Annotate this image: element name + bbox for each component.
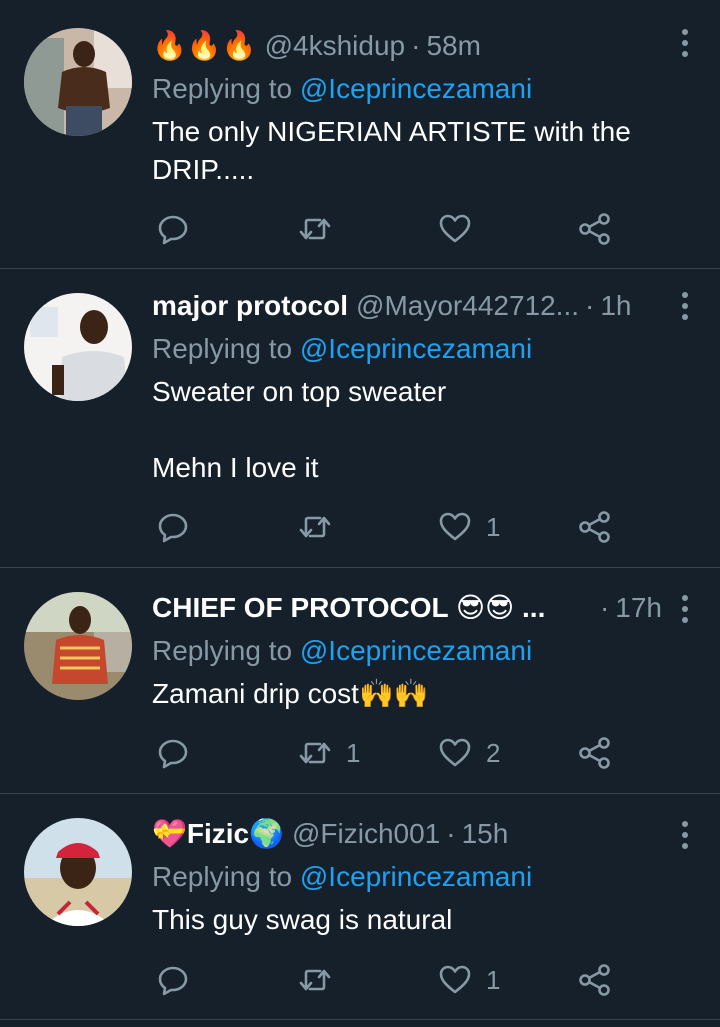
tweet-text: Zamani drip cost🙌🙌 bbox=[152, 678, 429, 709]
share-icon bbox=[579, 213, 610, 245]
retweet-button[interactable] bbox=[298, 960, 346, 1000]
display-name[interactable]: 🔥🔥🔥 bbox=[152, 28, 257, 64]
tweet-actions bbox=[152, 209, 622, 249]
share-icon bbox=[579, 737, 610, 769]
reply-icon bbox=[158, 215, 188, 245]
separator-dot: · bbox=[585, 290, 595, 321]
display-name[interactable]: 💝Fizic🌍 bbox=[152, 816, 284, 852]
tweet[interactable]: 🔥🔥🔥 @4kshidup · 58m Replying to @Iceprin… bbox=[0, 0, 720, 269]
retweet-icon bbox=[299, 969, 331, 991]
reply-icon bbox=[158, 966, 188, 996]
heart-icon bbox=[439, 512, 471, 541]
timestamp[interactable]: 15h bbox=[462, 816, 509, 852]
more-vertical-icon[interactable] bbox=[680, 820, 690, 850]
timestamp[interactable]: 17h bbox=[615, 590, 662, 626]
tweet-header: 💝Fizic🌍 @Fizich001 · 15h bbox=[152, 816, 662, 852]
retweet-button[interactable]: 1 bbox=[298, 733, 360, 773]
heart-icon bbox=[439, 738, 471, 767]
display-name[interactable]: major protocol bbox=[152, 288, 348, 324]
like-count: 1 bbox=[486, 511, 501, 542]
share-button[interactable] bbox=[578, 733, 612, 773]
replying-to: Replying to @Iceprincezamani bbox=[152, 633, 662, 669]
retweet-icon bbox=[299, 742, 331, 764]
heart-icon bbox=[439, 965, 471, 994]
more-vertical-icon[interactable] bbox=[680, 594, 690, 624]
avatar[interactable] bbox=[24, 28, 132, 136]
tweet[interactable]: CHIEF OF PROTOCOL 😎😎 ... · 17h Replying … bbox=[0, 568, 720, 794]
replying-to: Replying to @Iceprincezamani bbox=[152, 859, 662, 895]
timestamp[interactable]: 1h bbox=[600, 288, 631, 324]
display-name[interactable]: CHIEF OF PROTOCOL 😎😎 ... bbox=[152, 590, 545, 626]
reply-icon bbox=[158, 513, 188, 543]
separator-dot: · bbox=[599, 592, 610, 623]
more-vertical-icon[interactable] bbox=[680, 291, 690, 321]
tweet-header: 🔥🔥🔥 @4kshidup · 58m bbox=[152, 28, 662, 64]
share-button[interactable] bbox=[578, 507, 612, 547]
tweet-header: major protocol @Mayor442712... · 1h bbox=[152, 288, 662, 324]
reply-button[interactable] bbox=[156, 960, 190, 1000]
reply-icon bbox=[158, 739, 188, 769]
separator-dot: · bbox=[411, 30, 421, 61]
share-button[interactable] bbox=[578, 209, 612, 249]
separator-dot: · bbox=[446, 818, 456, 849]
retweet-count: 1 bbox=[346, 737, 361, 768]
user-handle[interactable]: @4kshidup bbox=[265, 28, 406, 64]
reply-button[interactable] bbox=[156, 507, 190, 547]
avatar[interactable] bbox=[24, 592, 132, 700]
tweet-actions: 1 2 bbox=[152, 733, 622, 773]
retweet-icon bbox=[299, 516, 331, 538]
replying-to-mention[interactable]: @Iceprincezamani bbox=[300, 861, 532, 892]
avatar[interactable] bbox=[24, 293, 132, 401]
tweet-text: The only NIGERIAN ARTISTE with the DRIP.… bbox=[152, 116, 639, 185]
user-handle[interactable]: @Mayor442712... bbox=[356, 288, 579, 324]
like-button[interactable] bbox=[438, 209, 486, 249]
like-count: 1 bbox=[486, 964, 501, 995]
retweet-button[interactable] bbox=[298, 507, 346, 547]
tweet-text: Sweater on top sweater Mehn I love it bbox=[152, 376, 447, 483]
replying-to: Replying to @Iceprincezamani bbox=[152, 71, 662, 107]
reply-feed: 🔥🔥🔥 @4kshidup · 58m Replying to @Iceprin… bbox=[0, 0, 720, 1027]
tweet-text: This guy swag is natural bbox=[152, 904, 453, 935]
user-handle[interactable]: @Fizich001 bbox=[292, 816, 440, 852]
tweet-actions: 1 bbox=[152, 960, 622, 1000]
tweet[interactable]: major protocol @Mayor442712... · 1h Repl… bbox=[0, 269, 720, 568]
replying-to-mention[interactable]: @Iceprincezamani bbox=[300, 333, 532, 364]
share-icon bbox=[579, 511, 610, 543]
tweet[interactable]: 💝Fizic🌍 @Fizich001 · 15h Replying to @Ic… bbox=[0, 794, 720, 1020]
reply-button[interactable] bbox=[156, 209, 190, 249]
avatar[interactable] bbox=[24, 818, 132, 926]
like-button[interactable]: 1 bbox=[438, 507, 500, 547]
replying-to-label: Replying to bbox=[152, 73, 300, 104]
replying-to-label: Replying to bbox=[152, 635, 300, 666]
like-button[interactable]: 2 bbox=[438, 733, 500, 773]
more-vertical-icon[interactable] bbox=[680, 28, 690, 58]
share-icon bbox=[579, 964, 610, 996]
timestamp[interactable]: 58m bbox=[426, 28, 480, 64]
reply-button[interactable] bbox=[156, 733, 190, 773]
like-count: 2 bbox=[486, 737, 501, 768]
retweet-button[interactable] bbox=[298, 209, 346, 249]
replying-to-label: Replying to bbox=[152, 333, 300, 364]
heart-icon bbox=[439, 214, 471, 243]
replying-to: Replying to @Iceprincezamani bbox=[152, 331, 662, 367]
retweet-icon bbox=[299, 218, 331, 240]
replying-to-mention[interactable]: @Iceprincezamani bbox=[300, 73, 532, 104]
replying-to-label: Replying to bbox=[152, 861, 300, 892]
tweet-actions: 1 bbox=[152, 507, 622, 547]
like-button[interactable]: 1 bbox=[438, 960, 500, 1000]
share-button[interactable] bbox=[578, 960, 612, 1000]
replying-to-mention[interactable]: @Iceprincezamani bbox=[300, 635, 532, 666]
tweet-header: CHIEF OF PROTOCOL 😎😎 ... · 17h bbox=[152, 590, 662, 626]
